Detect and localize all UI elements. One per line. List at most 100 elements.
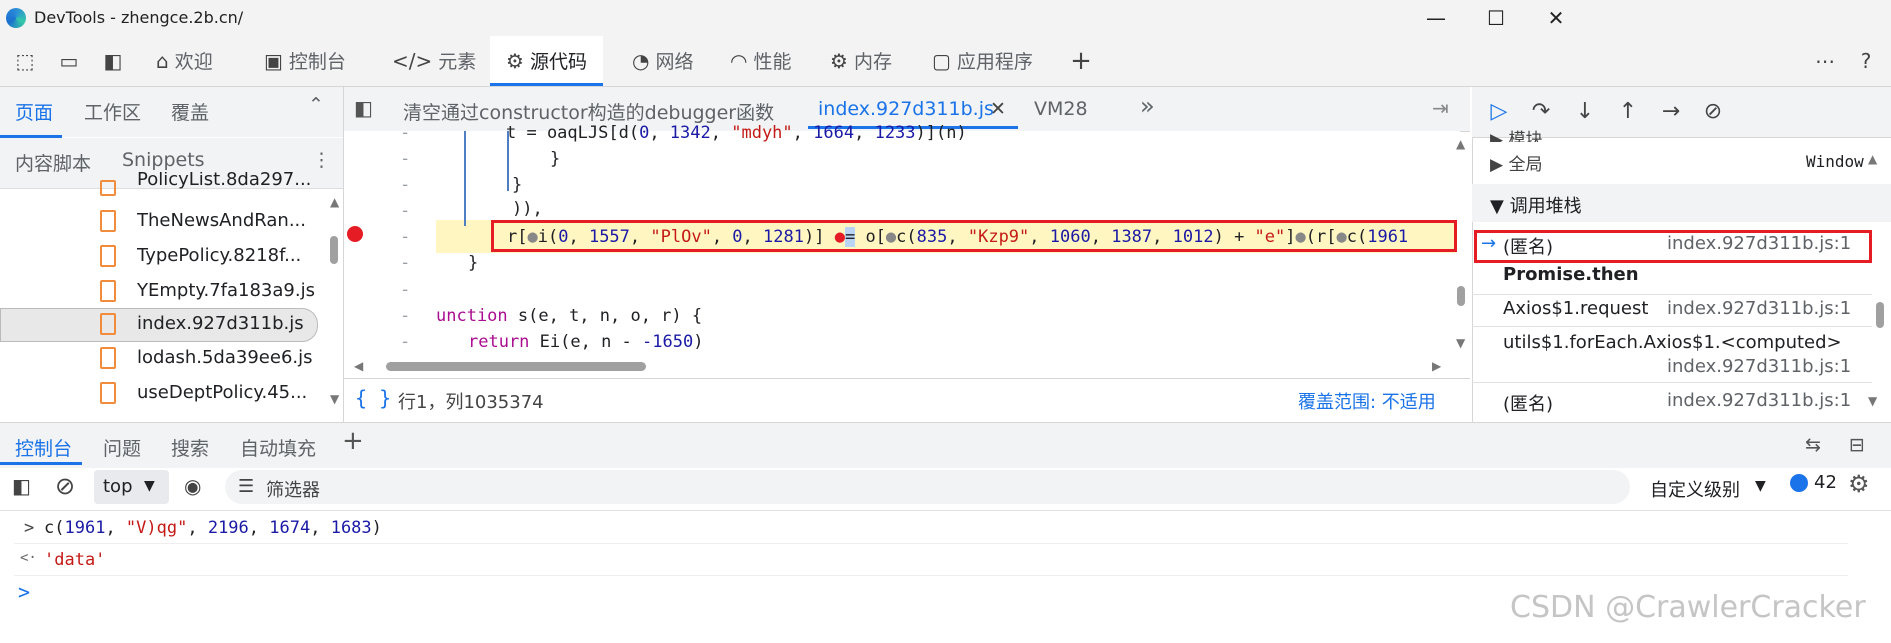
line-gutter: - <box>400 280 411 300</box>
stack-frame-location[interactable]: index.927d311b.js:1 <box>1667 298 1851 319</box>
step-into-icon[interactable]: ↓ <box>1568 95 1602 129</box>
navigator-tab-content-scripts[interactable]: 内容脚本 <box>15 149 91 176</box>
line-gutter: - <box>400 201 411 221</box>
tab-console[interactable]: ▣ 控制台 <box>264 36 346 86</box>
scope-row-global[interactable]: ▶ 全局 <box>1490 150 1542 175</box>
tab-network[interactable]: ◔ 网络 <box>632 36 693 86</box>
pretty-print-button[interactable]: { } <box>355 386 391 410</box>
filter-input[interactable] <box>225 470 1630 504</box>
file-item[interactable]: useDeptPolicy.45... <box>137 376 352 410</box>
breakpoint-marker[interactable] <box>347 226 363 242</box>
file-icon <box>100 210 116 232</box>
line-gutter: - <box>400 332 411 352</box>
navigator-tab-overrides[interactable]: 覆盖 <box>171 98 209 125</box>
context-select-label: top <box>103 476 133 497</box>
file-item[interactable]: PolicyList.8da297... <box>137 172 352 196</box>
minimize-button[interactable]: — <box>1416 4 1456 32</box>
close-drawer-icon[interactable]: ⊟ <box>1849 434 1865 456</box>
editor-tab-index[interactable]: index.927d311b.js <box>818 98 994 120</box>
editor-tab-snippet[interactable]: 清空通过constructor构造的debugger函数 <box>403 98 774 125</box>
scroll-down-icon[interactable]: ▼ <box>330 392 339 406</box>
scroll-up-icon[interactable]: ▲ <box>330 195 339 209</box>
file-item[interactable]: lodash.5da39ee6.js <box>137 341 352 375</box>
tab-sources[interactable]: ⚙ 源代码 <box>490 36 603 86</box>
deactivate-breakpoints-icon[interactable]: ⊘ <box>1696 95 1730 129</box>
navigator-tab-snippets[interactable]: Snippets <box>122 149 205 171</box>
dock-side-icon[interactable]: ◧ <box>96 44 130 78</box>
more-options-icon[interactable]: ⋯ <box>1808 44 1842 78</box>
editor-horizontal-scrollbar[interactable] <box>386 362 646 371</box>
settings-gear-icon[interactable]: ⚙ <box>1848 470 1870 498</box>
drawer-tab-autofill[interactable]: 自动填充 <box>240 434 316 461</box>
toggle-navigator-icon[interactable]: ◧ <box>354 96 373 120</box>
scroll-right-icon[interactable]: ▶ <box>1432 359 1441 373</box>
file-icon <box>100 245 116 267</box>
file-item[interactable]: YEmpty.7fa183a9.js <box>137 274 352 308</box>
file-item[interactable]: TheNewsAndRan... <box>137 204 352 238</box>
step-icon[interactable]: → <box>1654 95 1688 129</box>
divider <box>14 543 1848 544</box>
scroll-left-icon[interactable]: ◀ <box>354 359 363 373</box>
toggle-debugger-icon[interactable]: ⇥ <box>1432 96 1449 120</box>
device-emulation-icon[interactable]: ▭ <box>52 44 86 78</box>
scroll-down-icon[interactable]: ▼ <box>1456 336 1465 350</box>
scroll-up-icon[interactable]: ▲ <box>1868 152 1877 166</box>
navigator-tab-page[interactable]: 页面 <box>15 98 53 125</box>
dock-drawer-icon[interactable]: ⇆ <box>1805 434 1821 456</box>
editor-vertical-scrollbar[interactable] <box>1457 286 1465 306</box>
maximize-button[interactable]: ☐ <box>1476 4 1516 32</box>
navigator-scrollbar[interactable] <box>330 236 338 264</box>
line-gutter: - <box>400 175 411 195</box>
scroll-down-icon[interactable]: ▼ <box>1868 394 1877 408</box>
stack-frame-name[interactable]: (匿名) <box>1503 390 1553 416</box>
stack-frame-location[interactable]: index.927d311b.js:1 <box>1667 390 1851 411</box>
drawer-tab-search[interactable]: 搜索 <box>171 434 209 461</box>
stack-frame-location[interactable]: index.927d311b.js:1 <box>1667 356 1851 377</box>
inspect-element-icon[interactable]: ⬚ <box>8 44 42 78</box>
console-prompt-icon[interactable]: > <box>18 580 30 604</box>
close-tab-icon[interactable]: ✕ <box>990 98 1006 120</box>
message-count[interactable]: 42 <box>1814 472 1837 493</box>
tab-application[interactable]: ▢ 应用程序 <box>932 36 1033 86</box>
stack-frame-name[interactable]: utils$1.forEach.Axios$1.<computed> <box>1503 332 1842 353</box>
tab-elements[interactable]: </> 元素 <box>392 36 476 86</box>
scroll-up-icon[interactable]: ▲ <box>1456 137 1465 151</box>
more-vertical-icon[interactable]: ⋮ <box>312 149 331 171</box>
close-window-button[interactable]: ✕ <box>1536 4 1576 32</box>
console-sidebar-icon[interactable]: ◧ <box>12 474 31 498</box>
step-out-icon[interactable]: ↑ <box>1611 95 1645 129</box>
file-icon <box>100 382 116 404</box>
stack-async-separator: Promise.then <box>1503 264 1639 285</box>
edge-logo-icon <box>6 8 26 28</box>
chevron-up-icon[interactable]: ⌃ <box>308 94 324 116</box>
file-item-selected[interactable]: index.927d311b.js <box>137 307 352 341</box>
tab-performance[interactable]: ◠ 性能 <box>730 36 791 86</box>
file-icon <box>100 280 116 302</box>
coverage-link[interactable]: 覆盖范围: 不适用 <box>1298 388 1436 414</box>
cursor-position: 行1，列1035374 <box>398 392 544 413</box>
clear-console-icon[interactable]: ⊘ <box>55 472 75 500</box>
more-tabs-icon[interactable]: » <box>1140 92 1155 120</box>
drawer-tab-console[interactable]: 控制台 <box>15 434 72 461</box>
scope-row[interactable]: ▶ 模块 <box>1490 130 1542 142</box>
log-level-select[interactable]: 自定义级别 <box>1650 476 1740 502</box>
tab-welcome[interactable]: ⌂ 欢迎 <box>156 36 213 86</box>
drawer-tab-issues[interactable]: 问题 <box>103 434 141 461</box>
navigator-tab-workspace[interactable]: 工作区 <box>84 98 141 125</box>
editor-tab-vm28[interactable]: VM28 <box>1034 98 1088 120</box>
eye-icon[interactable]: ◉ <box>184 474 201 498</box>
add-drawer-tab-icon[interactable]: + <box>342 426 364 456</box>
file-item[interactable]: TypePolicy.8218f... <box>137 239 352 273</box>
resume-icon[interactable]: ▷ <box>1482 95 1516 129</box>
console-output-value: 'data' <box>44 550 106 570</box>
step-over-icon[interactable]: ↷ <box>1524 95 1558 129</box>
stack-frame-name[interactable]: Axios$1.request <box>1503 298 1648 319</box>
annotation-highlight-box <box>491 220 1457 252</box>
more-tools-plus-icon[interactable]: + <box>1064 44 1098 78</box>
tab-memory[interactable]: ⚙ 内存 <box>830 36 892 86</box>
debugger-scrollbar[interactable] <box>1876 302 1884 328</box>
messages-icon <box>1790 474 1808 492</box>
console-input-line[interactable]: c(1961, "V)qg", 2196, 1674, 1683) <box>44 518 382 538</box>
help-icon[interactable]: ? <box>1849 44 1883 78</box>
code-line: } <box>512 175 523 195</box>
